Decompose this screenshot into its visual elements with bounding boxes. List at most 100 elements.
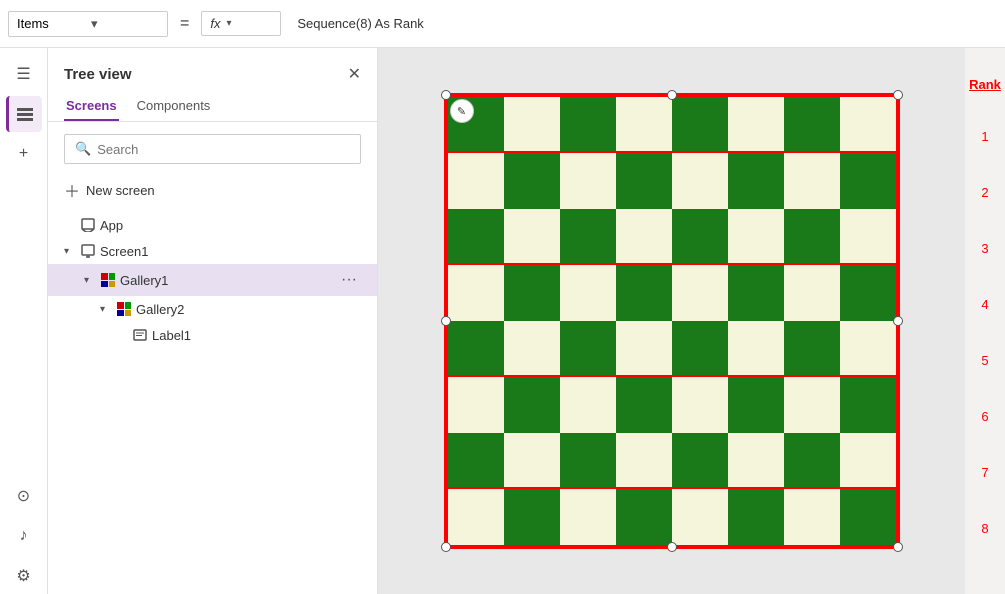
checker-cell-3-7	[840, 265, 896, 321]
tab-screens[interactable]: Screens	[64, 92, 119, 121]
checkerboard	[446, 95, 898, 547]
layers-button[interactable]	[6, 96, 42, 132]
rank-numbers: 1 2 3 4 5 6 7 8	[965, 96, 1005, 594]
checker-cell-4-4	[672, 321, 728, 377]
checker-cell-1-4	[672, 153, 728, 209]
checker-cell-0-7	[840, 97, 896, 153]
tree-panel: Tree view ✕ Screens Components 🔍 ＋ New s…	[48, 48, 378, 594]
tree-item-gallery1[interactable]: ▾ Gallery1 ···	[48, 264, 377, 296]
tree-header: Tree view ✕	[48, 48, 377, 92]
checker-cell-3-4	[672, 265, 728, 321]
checker-cell-2-3	[616, 209, 672, 265]
hamburger-menu-button[interactable]: ☰	[6, 56, 42, 92]
rank-7: 7	[965, 444, 1005, 500]
checker-cell-3-2	[560, 265, 616, 321]
canvas-area: ✎	[378, 48, 965, 594]
rank-labels: Rank 1 2 3 4 5 6 7 8	[965, 48, 1005, 594]
tree-title: Tree view	[64, 66, 132, 83]
layers-icon	[17, 108, 33, 121]
handle-bottom-left[interactable]	[441, 542, 451, 552]
more-options-button[interactable]: ···	[337, 269, 361, 291]
search-box[interactable]: 🔍	[64, 134, 361, 164]
tools-button[interactable]: ⚙	[6, 558, 42, 594]
handle-top-mid[interactable]	[667, 90, 677, 100]
tree-items: App ▾ Screen1 ▾	[48, 208, 377, 352]
equals-icon: =	[176, 15, 193, 33]
checker-cell-2-7	[840, 209, 896, 265]
rank-2: 2	[965, 164, 1005, 220]
search-icon: 🔍	[75, 141, 91, 157]
rank-3: 3	[965, 220, 1005, 276]
handle-bottom-mid[interactable]	[667, 542, 677, 552]
expand-icon: ▾	[84, 275, 96, 286]
database-button[interactable]: ⊙	[6, 478, 42, 514]
close-icon[interactable]: ✕	[348, 64, 361, 84]
label1-icon	[132, 327, 148, 343]
checker-cell-2-2	[560, 209, 616, 265]
media-button[interactable]: ♪	[6, 518, 42, 554]
checker-cell-3-3	[616, 265, 672, 321]
tree-tabs: Screens Components	[48, 92, 377, 122]
screen-icon	[80, 243, 96, 259]
checker-cell-7-7	[840, 489, 896, 545]
expand-icon: ▾	[100, 304, 112, 315]
rank-8: 8	[965, 500, 1005, 556]
checker-cell-2-0	[448, 209, 504, 265]
checker-cell-3-6	[784, 265, 840, 321]
checker-cell-4-5	[728, 321, 784, 377]
handle-top-right[interactable]	[893, 90, 903, 100]
checker-cell-0-4	[672, 97, 728, 153]
rank-1: 1	[965, 108, 1005, 164]
fx-icon: fx	[210, 16, 220, 31]
checker-cell-1-5	[728, 153, 784, 209]
checker-cell-6-5	[728, 433, 784, 489]
checker-cell-7-5	[728, 489, 784, 545]
checker-cell-5-2	[560, 377, 616, 433]
app-icon	[80, 217, 96, 233]
handle-bottom-right[interactable]	[893, 542, 903, 552]
add-button[interactable]: +	[6, 136, 42, 172]
checker-cell-1-1	[504, 153, 560, 209]
edit-icon[interactable]: ✎	[450, 99, 474, 123]
tab-components[interactable]: Components	[135, 92, 213, 121]
handle-top-left[interactable]	[441, 90, 451, 100]
checker-cell-5-4	[672, 377, 728, 433]
checker-cell-6-6	[784, 433, 840, 489]
rank-header: Rank	[965, 48, 1005, 96]
search-input[interactable]	[97, 142, 350, 157]
checker-cell-3-1	[504, 265, 560, 321]
rank-link[interactable]: Rank	[969, 77, 1001, 92]
tree-item-screen1[interactable]: ▾ Screen1	[48, 238, 377, 264]
checker-cell-7-4	[672, 489, 728, 545]
formula-chevron-icon: ▾	[226, 18, 231, 29]
items-label: Items	[17, 16, 85, 31]
items-dropdown[interactable]: Items ▾	[8, 11, 168, 37]
checker-cell-2-4	[672, 209, 728, 265]
new-screen-button[interactable]: ＋ New screen	[48, 172, 377, 208]
top-bar: Items ▾ = fx ▾ Sequence(8) As Rank	[0, 0, 1005, 48]
tree-item-label1[interactable]: Label1	[48, 322, 377, 348]
screen1-label: Screen1	[100, 244, 361, 259]
checker-cell-2-1	[504, 209, 560, 265]
checker-cell-4-0	[448, 321, 504, 377]
checker-cell-5-0	[448, 377, 504, 433]
checker-cell-1-0	[448, 153, 504, 209]
checker-cell-5-6	[784, 377, 840, 433]
checker-cell-2-6	[784, 209, 840, 265]
checker-cell-1-3	[616, 153, 672, 209]
gallery1-label: Gallery1	[120, 273, 333, 288]
checker-cell-6-2	[560, 433, 616, 489]
handle-mid-right[interactable]	[893, 316, 903, 326]
checker-cell-4-2	[560, 321, 616, 377]
tree-item-gallery2[interactable]: ▾ Gallery2	[48, 296, 377, 322]
checker-cell-7-1	[504, 489, 560, 545]
gallery1-selection[interactable]: ✎	[444, 93, 900, 549]
tree-item-app[interactable]: App	[48, 212, 377, 238]
checker-cell-2-5	[728, 209, 784, 265]
formula-bar[interactable]: fx ▾	[201, 11, 281, 36]
handle-mid-left[interactable]	[441, 316, 451, 326]
main-area: ☰ + ⊙ ♪ ⚙ Tree view ✕ Screens Components…	[0, 48, 1005, 594]
checkerboard-container: ✎	[444, 93, 900, 549]
checker-cell-5-5	[728, 377, 784, 433]
checker-cell-0-3	[616, 97, 672, 153]
